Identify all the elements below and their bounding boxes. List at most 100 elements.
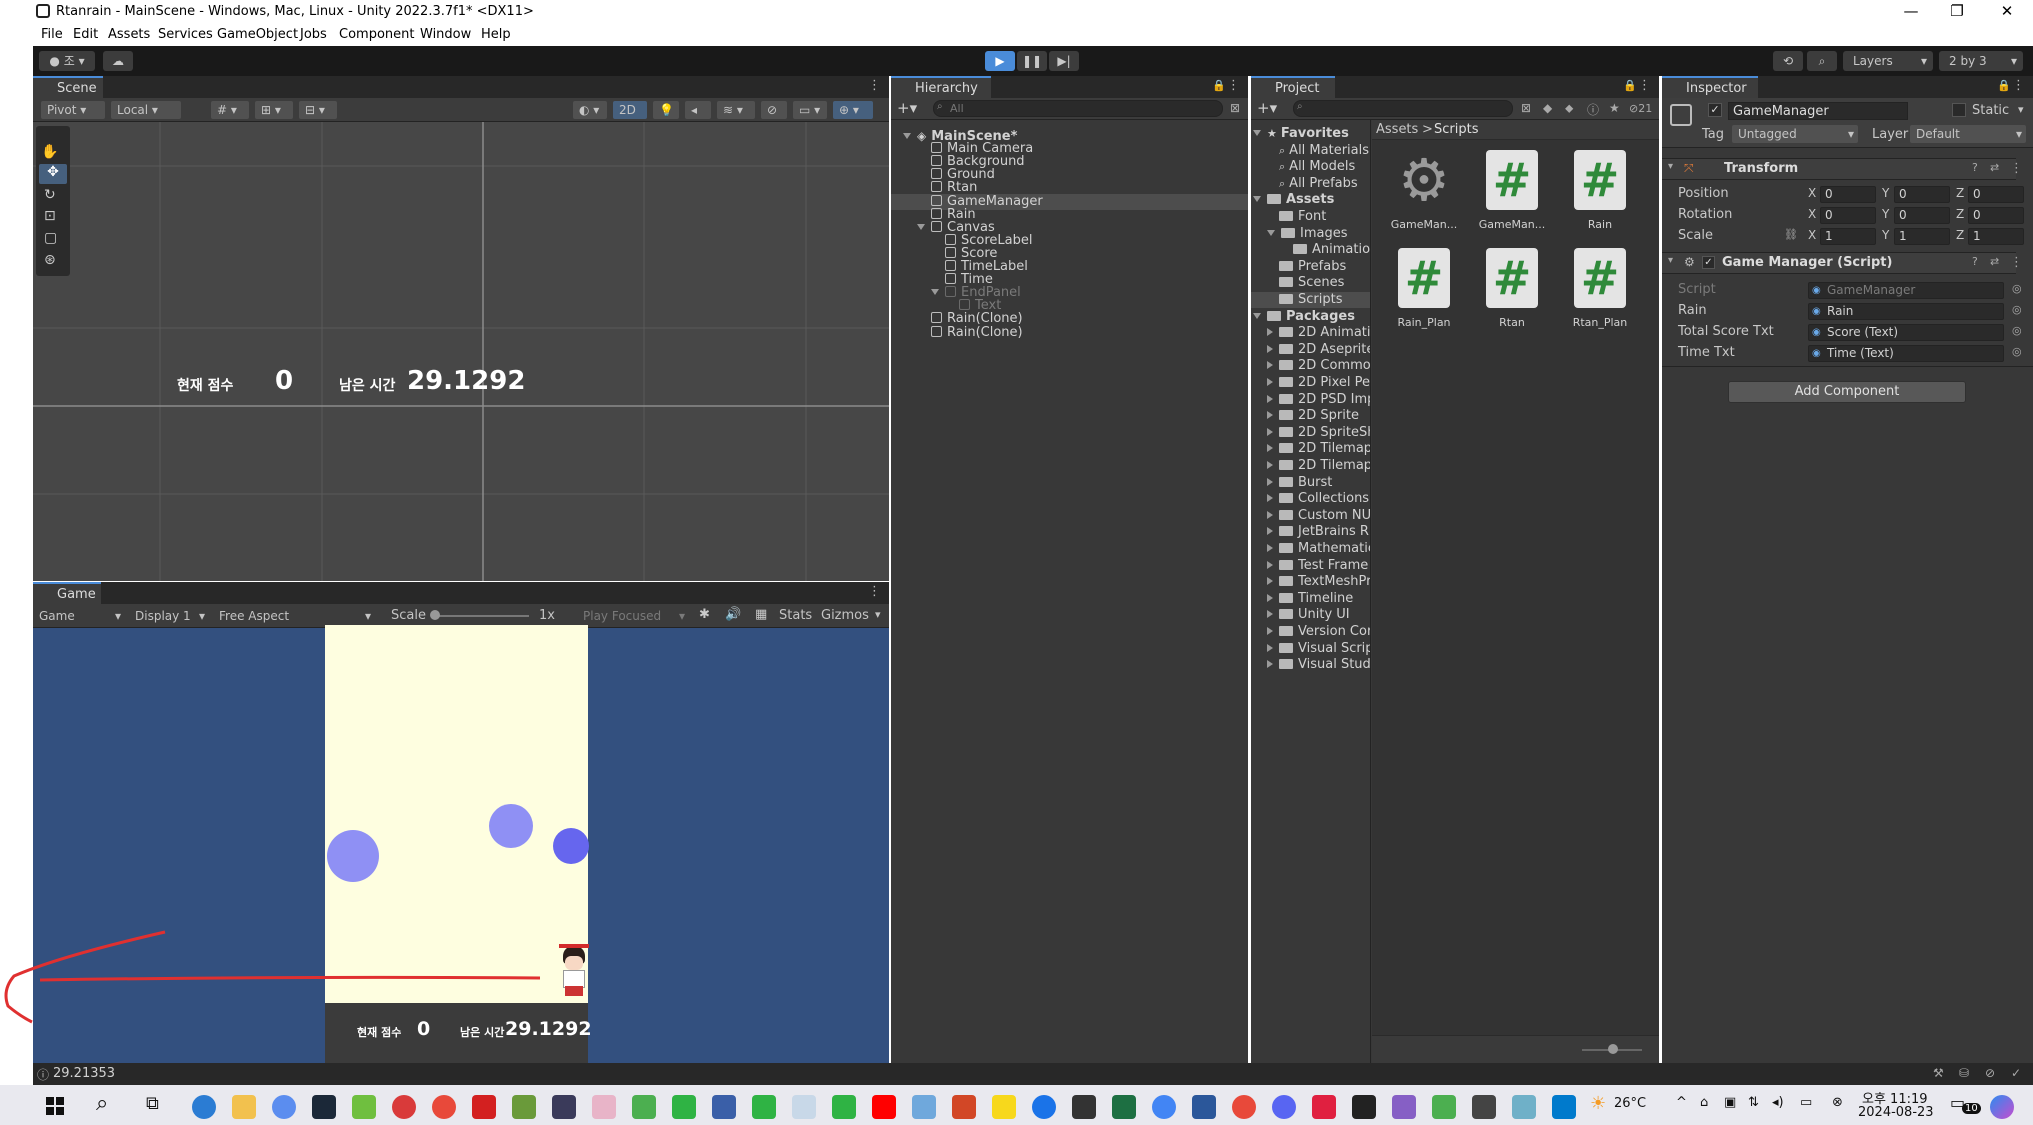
app-icon[interactable] — [512, 1095, 536, 1119]
close-button[interactable]: ✕ — [1984, 0, 2030, 22]
excel-icon[interactable] — [1112, 1095, 1136, 1119]
foldout-icon[interactable] — [1267, 660, 1273, 669]
project-tree-item[interactable]: 2D Common — [1251, 358, 1370, 374]
visual-studio-icon[interactable] — [1392, 1095, 1416, 1119]
menu-assets[interactable]: Assets — [108, 27, 150, 42]
asset-item[interactable]: # Rtan_Plan — [1560, 246, 1640, 342]
app-icon[interactable] — [1312, 1095, 1336, 1119]
volume-icon[interactable]: ◂) — [1772, 1095, 1784, 1110]
console-message[interactable]: 29.21353 — [53, 1066, 115, 1081]
object-picker-icon[interactable]: ◎ — [2012, 282, 2022, 295]
foldout-icon[interactable] — [931, 289, 939, 296]
foldout-icon[interactable] — [1267, 627, 1273, 635]
foldout-icon[interactable] — [1267, 527, 1273, 536]
effects-dropdown[interactable]: ≋ ▾ — [717, 101, 755, 119]
minimize-button[interactable]: — — [1888, 0, 1934, 22]
preset-icon[interactable]: ⇄ — [1990, 255, 1999, 268]
transform-z-field[interactable]: 1 — [1968, 228, 2024, 245]
project-tree-item[interactable]: TextMeshPr — [1251, 574, 1370, 590]
active-checkbox[interactable]: ✓ — [1708, 103, 1722, 117]
keyboard-icon[interactable]: ▭ — [1800, 1095, 1812, 1110]
project-tree-item[interactable]: Version Cor — [1251, 624, 1370, 640]
word-icon[interactable] — [1192, 1095, 1216, 1119]
snap-increment-button[interactable]: ⊞ ▾ — [255, 101, 293, 119]
foldout-icon[interactable] — [1267, 494, 1273, 503]
app-icon[interactable] — [832, 1095, 856, 1119]
panel-menu-icon[interactable]: ⋮ — [1227, 78, 1240, 93]
scene-visibility-icon[interactable]: ⊠ — [1230, 101, 1240, 115]
account-button[interactable]: ● 조 ▾ — [39, 51, 95, 71]
script-component-header[interactable]: ▾ ⚙ ✓ Game Manager (Script) ? ⇄ ⋮ — [1662, 252, 2023, 274]
add-component-button[interactable]: Add Component — [1728, 381, 1966, 403]
menu-help[interactable]: Help — [481, 27, 511, 42]
foldout-icon[interactable] — [917, 223, 925, 230]
project-tree-item[interactable]: ★ Favorites — [1251, 126, 1370, 142]
project-tree-item[interactable]: Scenes — [1251, 275, 1370, 291]
project-tree-item[interactable]: Timeline — [1251, 591, 1370, 607]
foldout-icon[interactable] — [1267, 544, 1273, 552]
project-tree-item[interactable]: 2D SpriteSh — [1251, 425, 1370, 441]
game-mode-dropdown[interactable]: Game ▾ — [33, 607, 125, 625]
preset-icon[interactable]: ⇄ — [1990, 161, 1999, 174]
visibility-toggle[interactable]: ⊘ — [761, 101, 787, 119]
chevron-down-icon[interactable]: ▾ — [875, 608, 881, 621]
close-circle-icon[interactable]: ⊗ — [1832, 1095, 1843, 1110]
filter-label-icon[interactable]: ◆ — [1543, 101, 1552, 115]
history-button[interactable]: ⟲ — [1773, 51, 1803, 71]
object-picker-icon[interactable]: ◎ — [2012, 303, 2022, 316]
layer-dropdown[interactable]: Default ▾ — [1910, 125, 2026, 143]
foldout-icon[interactable] — [1267, 643, 1273, 652]
app-icon[interactable] — [912, 1095, 936, 1119]
foldout-icon[interactable] — [903, 133, 911, 139]
tab-inspector[interactable]: Inspector — [1662, 76, 1758, 98]
tab-hierarchy[interactable]: Hierarchy — [891, 76, 991, 98]
project-tree-item[interactable]: Animation — [1251, 242, 1370, 258]
asset-item[interactable]: # Rain — [1560, 148, 1640, 244]
task-view-icon[interactable]: ⧉ — [146, 1093, 159, 1114]
maps-icon[interactable] — [1032, 1095, 1056, 1119]
rotate-tool-icon[interactable]: ↻ — [44, 187, 56, 203]
app-icon[interactable] — [1232, 1095, 1256, 1119]
static-checkbox[interactable] — [1952, 103, 1966, 117]
gizmos-button[interactable]: Gizmos — [821, 608, 869, 623]
progress-icon[interactable]: ⚒ — [1933, 1066, 1944, 1080]
object-picker-icon[interactable]: ◎ — [2012, 324, 2022, 337]
display-dropdown[interactable]: Display 1 ▾ — [129, 607, 209, 625]
breadcrumb-scripts[interactable]: Scripts — [1434, 122, 1478, 137]
project-tree-item[interactable]: Packages — [1251, 309, 1370, 325]
filter-type-icon[interactable]: ⊠ — [1521, 101, 1531, 115]
scale-slider[interactable] — [433, 615, 529, 617]
project-tree-item[interactable]: 2D PSD Imp — [1251, 392, 1370, 408]
info-icon[interactable]: ⓘ — [1587, 101, 1599, 118]
project-tree-item[interactable]: 2D Pixel Per — [1251, 375, 1370, 391]
menu-window[interactable]: Window — [420, 27, 471, 42]
app-icon[interactable] — [632, 1095, 656, 1119]
transform-z-field[interactable]: 0 — [1968, 207, 2024, 224]
app-icon[interactable] — [272, 1095, 296, 1119]
search-icon[interactable]: ⌕ — [96, 1091, 108, 1116]
foldout-icon[interactable] — [1267, 444, 1273, 453]
app-icon[interactable] — [552, 1095, 576, 1119]
project-tree-item[interactable]: ⌕ All Models — [1251, 159, 1370, 175]
play-button[interactable]: ▶ — [985, 51, 1015, 71]
powerpoint-icon[interactable] — [952, 1095, 976, 1119]
foldout-icon[interactable] — [1267, 610, 1273, 619]
foldout-icon[interactable] — [1267, 344, 1273, 353]
panel-menu-icon[interactable]: ⋮ — [1638, 78, 1651, 93]
chevron-down-icon[interactable]: ▾ — [2018, 103, 2024, 116]
pause-button[interactable]: ❚❚ — [1017, 51, 1047, 71]
menu-jobs[interactable]: Jobs — [300, 27, 327, 42]
foldout-icon[interactable] — [1267, 411, 1273, 420]
lighting-toggle[interactable]: 💡 — [653, 101, 679, 119]
edge-icon[interactable] — [192, 1095, 216, 1119]
app-icon[interactable] — [472, 1095, 496, 1119]
discord-icon[interactable] — [1272, 1095, 1296, 1119]
breadcrumb-assets[interactable]: Assets — [1376, 122, 1418, 137]
app-icon[interactable] — [1432, 1095, 1456, 1119]
app-icon[interactable] — [792, 1095, 816, 1119]
kakaotalk-icon[interactable] — [992, 1095, 1016, 1119]
project-tree-item[interactable]: Unity UI — [1251, 607, 1370, 623]
project-tree-item[interactable]: 2D Sprite — [1251, 408, 1370, 424]
component-menu-icon[interactable]: ⋮ — [2010, 161, 2023, 176]
stats-button[interactable]: Stats — [779, 608, 812, 623]
